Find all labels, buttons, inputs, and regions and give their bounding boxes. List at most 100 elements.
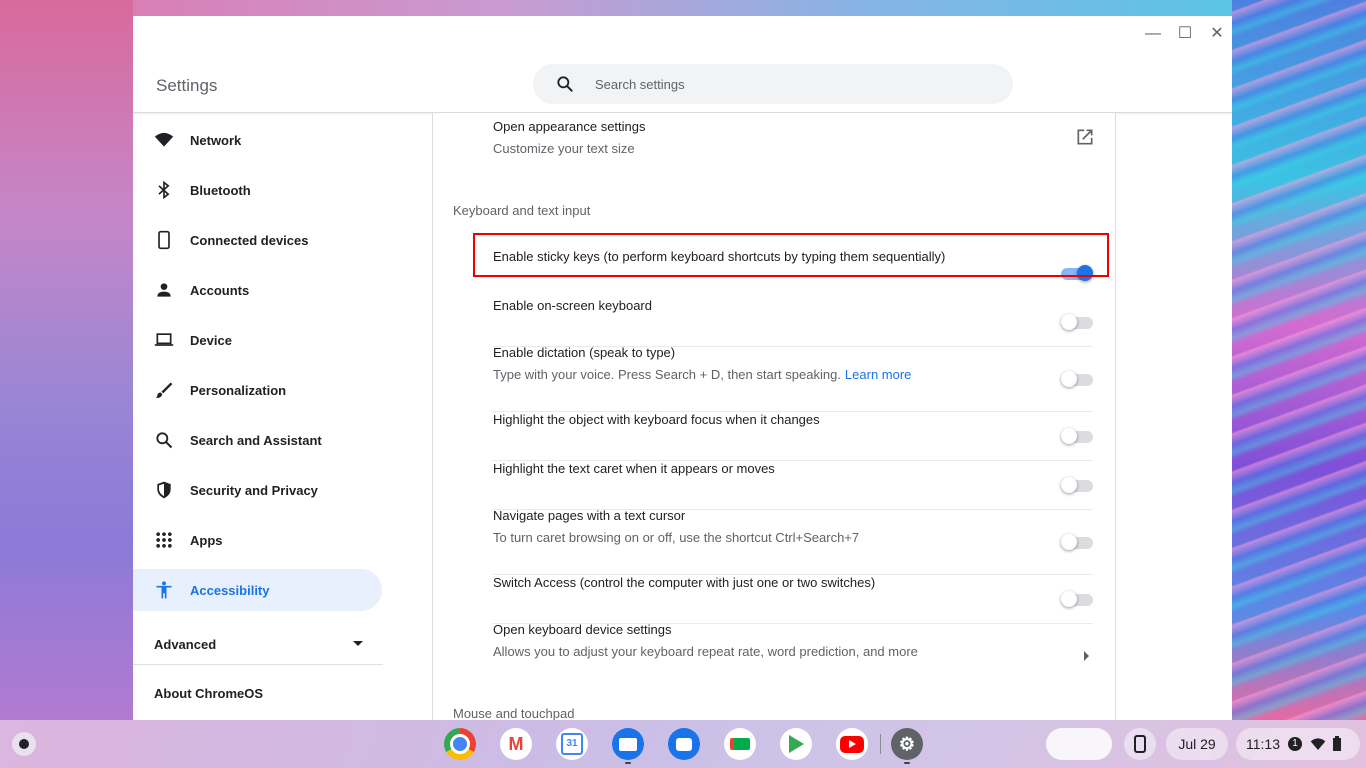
sidebar-item-label: Personalization <box>190 382 287 398</box>
sidebar-item-security-and-privacy[interactable]: Security and Privacy <box>133 469 382 511</box>
app-running-indicator <box>625 762 631 764</box>
row-subtitle: Customize your text size <box>493 141 635 156</box>
sidebar-item-label: Apps <box>190 532 223 548</box>
status-tray[interactable]: 11:13 1 <box>1236 728 1360 760</box>
sidebar-item-search-and-assistant[interactable]: Search and Assistant <box>133 419 382 461</box>
person-icon <box>154 280 174 300</box>
row-title: Open keyboard device settings <box>493 622 672 637</box>
sidebar-item-label: Connected devices <box>190 232 309 248</box>
minimize-button[interactable]: — <box>1143 24 1163 44</box>
play-store-icon[interactable] <box>780 728 812 760</box>
date-tray[interactable]: Jul 29 <box>1166 728 1228 760</box>
row-title: Highlight the text caret when it appears… <box>493 461 775 476</box>
sidebar-item-label: Security and Privacy <box>190 482 318 498</box>
advanced-toggle[interactable]: Advanced <box>154 637 216 652</box>
dictation-row[interactable]: Enable dictation (speak to type) Type wi… <box>493 345 1093 382</box>
launcher-button[interactable] <box>12 732 36 756</box>
mouse-section-title: Mouse and touchpad <box>453 706 575 720</box>
wallpaper-top <box>133 0 1233 16</box>
row-title: Switch Access (control the computer with… <box>493 575 876 590</box>
row-subtitle: Type with your voice. Press Search + D, … <box>493 367 1093 382</box>
row-title: Enable dictation (speak to type) <box>493 345 676 360</box>
chevron-down-icon[interactable] <box>353 641 363 646</box>
on-screen-keyboard-toggle[interactable] <box>1061 314 1093 330</box>
keyboard-section-title: Keyboard and text input <box>453 203 591 218</box>
phone-icon <box>1134 735 1146 753</box>
calendar-day: 31 <box>561 733 583 755</box>
sidebar-item-label: Accounts <box>190 282 250 298</box>
sidebar-item-label: Search and Assistant <box>190 432 322 448</box>
search-placeholder[interactable]: Search settings <box>595 77 685 92</box>
close-button[interactable]: ✕ <box>1207 24 1227 44</box>
sidebar: Network Bluetooth Connected devices Acco… <box>133 113 433 720</box>
sidebar-item-label: Accessibility <box>190 582 270 598</box>
highlight-caret-row[interactable]: Highlight the text caret when it appears… <box>493 461 1093 476</box>
notification-count-badge: 1 <box>1288 737 1302 751</box>
wallpaper-right <box>1232 0 1366 720</box>
shelf-separator <box>880 734 881 754</box>
apps-grid-icon <box>154 530 174 550</box>
files-icon[interactable] <box>612 728 644 760</box>
title-bar: — ☐ ✕ Settings Search settings <box>133 16 1232 113</box>
about-chromeos-link[interactable]: About ChromeOS <box>154 686 263 701</box>
wallpaper-left <box>0 0 133 720</box>
switch-access-row[interactable]: Switch Access (control the computer with… <box>493 575 1093 590</box>
maximize-button[interactable]: ☐ <box>1175 24 1195 44</box>
battery-icon <box>1333 736 1341 751</box>
settings-content: Open appearance settings Customize your … <box>432 113 1116 720</box>
open-external-icon[interactable] <box>1075 127 1095 147</box>
settings-window: — ☐ ✕ Settings Search settings Network B… <box>133 16 1232 720</box>
meet-icon[interactable] <box>724 728 756 760</box>
caret-browsing-row[interactable]: Navigate pages with a text cursor To tur… <box>493 508 1093 545</box>
chevron-right-icon[interactable] <box>1084 651 1089 661</box>
row-title: Open appearance settings <box>493 119 646 134</box>
sidebar-item-device[interactable]: Device <box>133 319 382 361</box>
appearance-settings-row[interactable]: Open appearance settings Customize your … <box>493 119 1093 156</box>
caret-browsing-toggle[interactable] <box>1061 534 1093 550</box>
sidebar-item-bluetooth[interactable]: Bluetooth <box>133 169 382 211</box>
phone-hub-button[interactable] <box>1124 728 1156 760</box>
highlight-box <box>473 233 1109 277</box>
highlight-caret-toggle[interactable] <box>1061 477 1093 493</box>
holding-space-tray[interactable] <box>1046 728 1112 760</box>
keyboard-device-settings-row[interactable]: Open keyboard device settings Allows you… <box>493 622 1093 659</box>
highlight-focus-row[interactable]: Highlight the object with keyboard focus… <box>493 412 1093 427</box>
sidebar-item-label: Network <box>190 132 242 148</box>
accessibility-icon <box>154 580 174 600</box>
sidebar-item-personalization[interactable]: Personalization <box>133 369 382 411</box>
laptop-icon <box>154 330 174 350</box>
sidebar-divider <box>133 664 383 665</box>
learn-more-link[interactable]: Learn more <box>845 367 911 382</box>
search-icon <box>557 76 573 92</box>
switch-access-toggle[interactable] <box>1061 591 1093 607</box>
gmail-icon[interactable]: M <box>500 728 532 760</box>
sidebar-item-network[interactable]: Network <box>133 119 382 161</box>
settings-gear-icon[interactable]: ⚙ <box>891 728 923 760</box>
row-subtitle-text: Type with your voice. Press Search + D, … <box>493 367 841 382</box>
app-title: Settings <box>156 76 218 95</box>
sidebar-item-apps[interactable]: Apps <box>133 519 382 561</box>
wifi-icon <box>154 130 174 150</box>
sidebar-item-accounts[interactable]: Accounts <box>133 269 382 311</box>
sidebar-item-connected-devices[interactable]: Connected devices <box>133 219 382 261</box>
row-subtitle: To turn caret browsing on or off, use th… <box>493 530 860 545</box>
sidebar-item-accessibility[interactable]: Accessibility <box>133 569 382 611</box>
dictation-toggle[interactable] <box>1061 371 1093 387</box>
row-title: Navigate pages with a text cursor <box>493 508 686 523</box>
brush-icon <box>154 380 174 400</box>
bluetooth-icon <box>154 180 174 200</box>
date-label: Jul 29 <box>1178 736 1216 752</box>
messages-icon[interactable] <box>668 728 700 760</box>
shelf: M 31 ⚙ Jul 29 11:13 1 <box>0 720 1366 768</box>
youtube-icon[interactable] <box>836 728 868 760</box>
on-screen-keyboard-row[interactable]: Enable on-screen keyboard <box>493 298 1093 313</box>
chrome-icon[interactable] <box>444 728 476 760</box>
shield-icon <box>154 480 174 500</box>
app-running-indicator <box>904 762 910 764</box>
search-icon <box>154 430 174 450</box>
search-box[interactable]: Search settings <box>533 64 1013 104</box>
row-title: Enable on-screen keyboard <box>493 298 652 313</box>
row-title: Highlight the object with keyboard focus… <box>493 412 820 427</box>
highlight-focus-toggle[interactable] <box>1061 428 1093 444</box>
calendar-icon[interactable]: 31 <box>556 728 588 760</box>
